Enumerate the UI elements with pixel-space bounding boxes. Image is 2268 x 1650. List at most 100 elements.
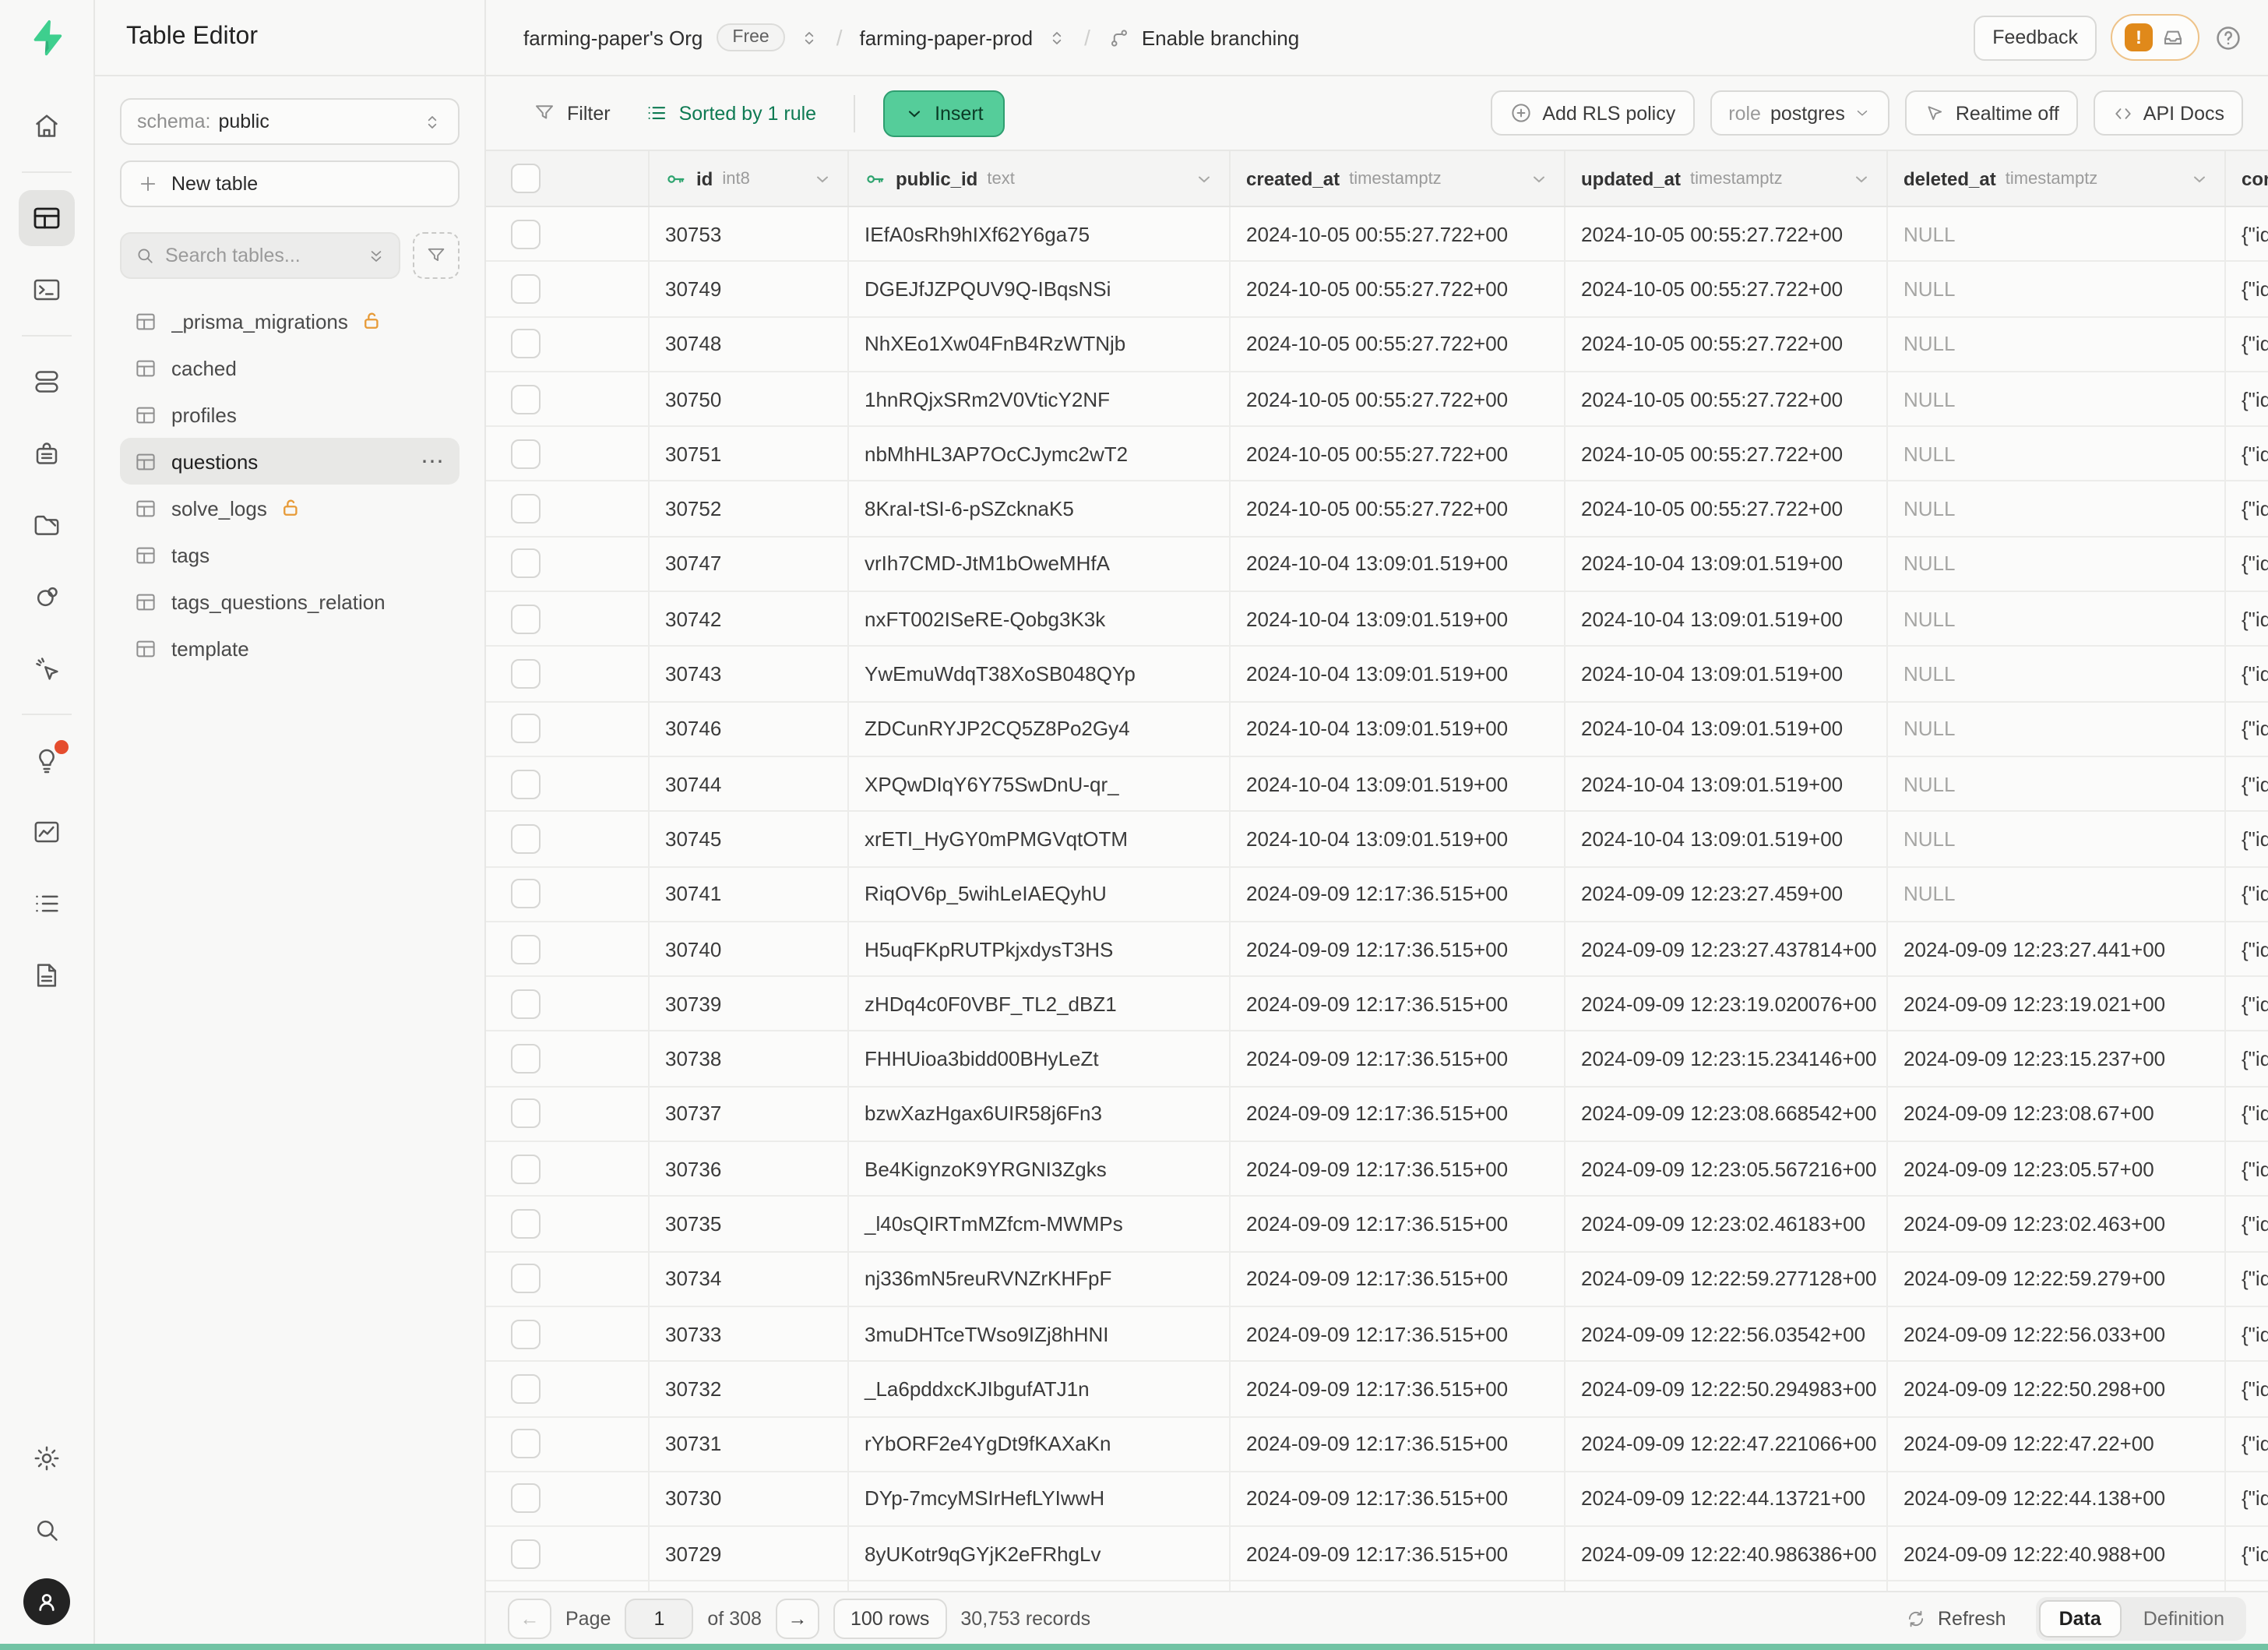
prev-page-button[interactable]: ← bbox=[508, 1598, 551, 1638]
cell-content[interactable]: {"id":"_Id9aLyJpMHQLaiQ0 bbox=[2226, 1582, 2268, 1591]
cell-created_at[interactable]: 2024-10-05 00:55:27.722+00 bbox=[1231, 317, 1565, 371]
cell-updated_at[interactable]: 2024-09-09 12:23:19.020076+00 bbox=[1565, 977, 1888, 1031]
cell-deleted_at[interactable]: 2024-09-09 12:22:59.279+00 bbox=[1888, 1252, 2226, 1306]
cell-updated_at[interactable]: 2024-10-04 13:09:01.519+00 bbox=[1565, 647, 1888, 701]
row-checkbox[interactable] bbox=[511, 604, 541, 633]
breadcrumb-org[interactable]: farming-paper's Org bbox=[523, 26, 703, 49]
row-checkbox[interactable] bbox=[511, 384, 541, 414]
cell-public_id[interactable]: 0L5BAfDaLDl5rQOiqeKPO bbox=[849, 1582, 1231, 1591]
column-header-created_at[interactable]: created_attimestamptz bbox=[1231, 151, 1565, 206]
row-checkbox[interactable] bbox=[511, 219, 541, 249]
cell-content[interactable]: {"id":"_Id9aLyJpMHQLaiQ0 bbox=[2226, 1032, 2268, 1086]
row-checkbox[interactable] bbox=[511, 1484, 541, 1514]
sidebar-filter-button[interactable] bbox=[413, 232, 460, 279]
cell-updated_at[interactable]: 2024-10-04 13:09:01.519+00 bbox=[1565, 702, 1888, 756]
rail-item-advisors[interactable] bbox=[19, 732, 75, 788]
row-checkbox[interactable] bbox=[511, 439, 541, 469]
cell-created_at[interactable]: 2024-10-04 13:09:01.519+00 bbox=[1231, 592, 1565, 646]
column-header-id[interactable]: idint8 bbox=[650, 151, 849, 206]
cell-deleted_at[interactable]: 2024-09-09 12:23:27.441+00 bbox=[1888, 922, 2226, 976]
rail-item-table-editor[interactable] bbox=[19, 190, 75, 246]
cell-deleted_at[interactable]: 2024-09-09 12:23:08.67+00 bbox=[1888, 1088, 2226, 1141]
cell-public_id[interactable]: Be4KignzoK9YRGNI3Zgks bbox=[849, 1142, 1231, 1196]
cell-id[interactable]: 30737 bbox=[650, 1088, 849, 1141]
notifications-button[interactable]: ! bbox=[2111, 14, 2199, 61]
cell-updated_at[interactable]: 2024-10-05 00:55:27.722+00 bbox=[1565, 317, 1888, 371]
rail-item-logs[interactable] bbox=[19, 876, 75, 932]
cell-id[interactable]: 30728 bbox=[650, 1582, 849, 1591]
row-checkbox[interactable] bbox=[511, 989, 541, 1019]
cell-deleted_at[interactable]: 2024-09-09 12:23:19.021+00 bbox=[1888, 977, 2226, 1031]
cell-deleted_at[interactable]: 2024-09-09 12:22:37.958+00 bbox=[1888, 1582, 2226, 1591]
cell-updated_at[interactable]: 2024-09-09 12:23:05.567216+00 bbox=[1565, 1142, 1888, 1196]
rail-item-reports[interactable] bbox=[19, 804, 75, 860]
cell-updated_at[interactable]: 2024-09-09 12:22:56.03542+00 bbox=[1565, 1307, 1888, 1361]
cell-public_id[interactable]: H5uqFKpRUTPkjxdysT3HS bbox=[849, 922, 1231, 976]
cell-updated_at[interactable]: 2024-10-04 13:09:01.519+00 bbox=[1565, 813, 1888, 866]
help-icon[interactable] bbox=[2213, 23, 2243, 52]
row-checkbox[interactable] bbox=[511, 1264, 541, 1294]
row-checkbox[interactable] bbox=[511, 769, 541, 799]
cell-public_id[interactable]: 1hnRQjxSRm2V0VticY2NF bbox=[849, 372, 1231, 426]
cell-public_id[interactable]: 8yUKotr9qGYjK2eFRhgLv bbox=[849, 1527, 1231, 1581]
row-checkbox[interactable] bbox=[511, 824, 541, 854]
cell-id[interactable]: 30749 bbox=[650, 263, 849, 316]
cell-id[interactable]: 30745 bbox=[650, 813, 849, 866]
cell-id[interactable]: 30751 bbox=[650, 427, 849, 481]
cell-content[interactable]: {"id":"15LSIyT0JGMf3KI4Vn bbox=[2226, 647, 2268, 701]
cell-deleted_at[interactable]: 2024-09-09 12:22:44.138+00 bbox=[1888, 1472, 2226, 1526]
cell-public_id[interactable]: xrETI_HyGY0mPMGVqtOTM bbox=[849, 813, 1231, 866]
cell-updated_at[interactable]: 2024-09-09 12:23:08.668542+00 bbox=[1565, 1088, 1888, 1141]
cell-id[interactable]: 30738 bbox=[650, 1032, 849, 1086]
row-checkbox[interactable] bbox=[511, 494, 541, 524]
cell-content[interactable]: {"id":"_Id9aLyJpMHQLaiQ0 bbox=[2226, 1307, 2268, 1361]
column-header-content[interactable]: contentjsonb bbox=[2226, 151, 2268, 206]
cell-deleted_at[interactable]: 2024-09-09 12:23:15.237+00 bbox=[1888, 1032, 2226, 1086]
cell-public_id[interactable]: FHHUioa3bidd00BHyLeZt bbox=[849, 1032, 1231, 1086]
cell-updated_at[interactable]: 2024-10-05 00:55:27.722+00 bbox=[1565, 207, 1888, 261]
cell-public_id[interactable]: nbMhHL3AP7OcCJymc2wT2 bbox=[849, 427, 1231, 481]
cell-created_at[interactable]: 2024-09-09 12:17:36.515+00 bbox=[1231, 1032, 1565, 1086]
cell-deleted_at[interactable]: NULL bbox=[1888, 207, 2226, 261]
updown-chevrons-icon[interactable] bbox=[799, 27, 819, 48]
cell-deleted_at[interactable]: NULL bbox=[1888, 263, 2226, 316]
cell-deleted_at[interactable]: NULL bbox=[1888, 813, 2226, 866]
cell-created_at[interactable]: 2024-09-09 12:17:36.515+00 bbox=[1231, 977, 1565, 1031]
cell-updated_at[interactable]: 2024-09-09 12:22:47.221066+00 bbox=[1565, 1417, 1888, 1471]
cell-public_id[interactable]: 3muDHTceTWso9IZj8hHNI bbox=[849, 1307, 1231, 1361]
cell-public_id[interactable]: ZDCunRYJP2CQ5Z8Po2Gy4 bbox=[849, 702, 1231, 756]
cell-public_id[interactable]: 8KraI-tSI-6-pSZcknaK5 bbox=[849, 482, 1231, 536]
cell-updated_at[interactable]: 2024-10-04 13:09:01.519+00 bbox=[1565, 592, 1888, 646]
cell-id[interactable]: 30736 bbox=[650, 1142, 849, 1196]
row-checkbox[interactable] bbox=[511, 1099, 541, 1129]
rail-item-database[interactable] bbox=[19, 354, 75, 410]
cell-id[interactable]: 30747 bbox=[650, 538, 849, 591]
cell-content[interactable]: {"id":"4wyNgK55lOfrpmYZo bbox=[2226, 263, 2268, 316]
enable-branching-button[interactable]: Enable branching bbox=[1108, 26, 1299, 49]
cell-created_at[interactable]: 2024-10-05 00:55:27.722+00 bbox=[1231, 263, 1565, 316]
cell-content[interactable]: {"id":"_Id9aLyJpMHQLaiQ0 bbox=[2226, 922, 2268, 976]
insert-button[interactable]: Insert bbox=[883, 90, 1005, 136]
cell-public_id[interactable]: RiqOV6p_5wihLeIAEQyhU bbox=[849, 867, 1231, 921]
cell-deleted_at[interactable]: 2024-09-09 12:22:40.988+00 bbox=[1888, 1527, 2226, 1581]
cell-updated_at[interactable]: 2024-09-09 12:22:44.13721+00 bbox=[1565, 1472, 1888, 1526]
sidebar-item-table-profiles[interactable]: profiles bbox=[120, 391, 460, 438]
cell-created_at[interactable]: 2024-10-04 13:09:01.519+00 bbox=[1231, 813, 1565, 866]
row-checkbox[interactable] bbox=[511, 879, 541, 908]
column-header-public_id[interactable]: public_idtext bbox=[849, 151, 1231, 206]
cell-content[interactable]: {"id":"_Id9aLyJpMHQLaiQ0 bbox=[2226, 1362, 2268, 1416]
cell-public_id[interactable]: _l40sQIRTmMZfcm-MWMPs bbox=[849, 1197, 1231, 1251]
cell-updated_at[interactable]: 2024-09-09 12:23:15.234146+00 bbox=[1565, 1032, 1888, 1086]
cell-created_at[interactable]: 2024-09-09 12:17:36.515+00 bbox=[1231, 1088, 1565, 1141]
table-options-menu-icon[interactable]: ⋯ bbox=[421, 447, 446, 475]
cell-id[interactable]: 30731 bbox=[650, 1417, 849, 1471]
cell-updated_at[interactable]: 2024-09-09 12:22:37.955419+00 bbox=[1565, 1582, 1888, 1591]
cell-id[interactable]: 30748 bbox=[650, 317, 849, 371]
cell-content[interactable]: {"id":"_Id9aLyJpMHQLaiQ0 bbox=[2226, 1472, 2268, 1526]
cell-created_at[interactable]: 2024-09-09 12:17:36.515+00 bbox=[1231, 867, 1565, 921]
cell-deleted_at[interactable]: 2024-09-09 12:23:02.463+00 bbox=[1888, 1197, 2226, 1251]
cell-public_id[interactable]: IEfA0sRh9hIXf62Y6ga75 bbox=[849, 207, 1231, 261]
cell-updated_at[interactable]: 2024-09-09 12:23:27.459+00 bbox=[1565, 867, 1888, 921]
cell-deleted_at[interactable]: NULL bbox=[1888, 482, 2226, 536]
cell-updated_at[interactable]: 2024-10-05 00:55:27.722+00 bbox=[1565, 263, 1888, 316]
